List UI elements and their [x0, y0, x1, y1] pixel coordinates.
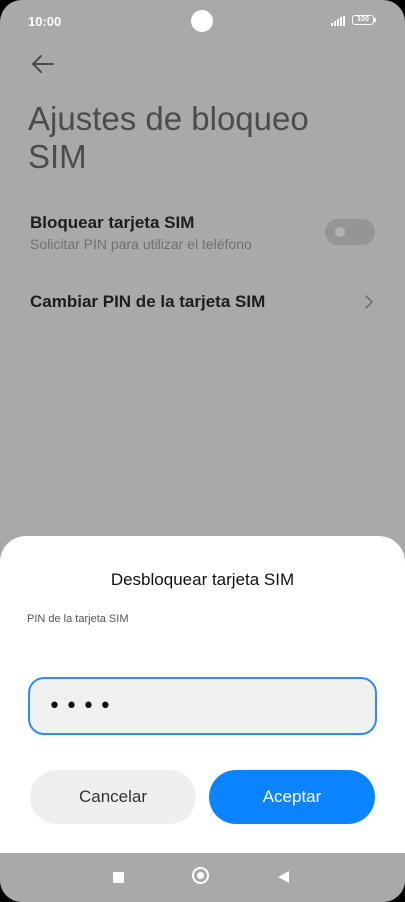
navigation-bar	[0, 853, 405, 902]
front-camera-icon	[191, 10, 213, 32]
pin-field-label: PIN de la tarjeta SIM	[27, 613, 129, 625]
cancel-button[interactable]: Cancelar	[30, 770, 196, 824]
unlock-sim-dialog: Desbloquear tarjeta SIM PIN de la tarjet…	[0, 536, 405, 853]
signal-icon	[331, 16, 347, 26]
battery-icon: 100	[352, 15, 376, 25]
change-pin-row[interactable]: Cambiar PIN de la tarjeta SIM	[30, 292, 380, 312]
toggle-knob	[335, 227, 345, 237]
pin-input[interactable]	[28, 677, 377, 735]
chevron-right-icon	[365, 295, 373, 309]
home-circle-icon[interactable]	[192, 867, 209, 884]
battery-level: 100	[357, 16, 369, 23]
phone-screen: 10:00 100 Ajustes de bloqueo SIM Bloquea…	[0, 0, 405, 902]
status-time: 10:00	[28, 14, 62, 29]
back-button[interactable]	[28, 50, 58, 80]
recents-square-icon[interactable]	[113, 872, 124, 883]
change-pin-title: Cambiar PIN de la tarjeta SIM	[30, 292, 266, 311]
dialog-title: Desbloquear tarjeta SIM	[110, 570, 295, 589]
lock-sim-toggle[interactable]	[325, 219, 375, 245]
status-bar: 10:00 100	[0, 0, 405, 44]
back-triangle-icon[interactable]	[278, 871, 289, 883]
arrow-left-icon	[32, 55, 54, 73]
accept-button[interactable]: Aceptar	[209, 770, 375, 824]
page-title: Ajustes de bloqueo SIM	[28, 100, 309, 175]
